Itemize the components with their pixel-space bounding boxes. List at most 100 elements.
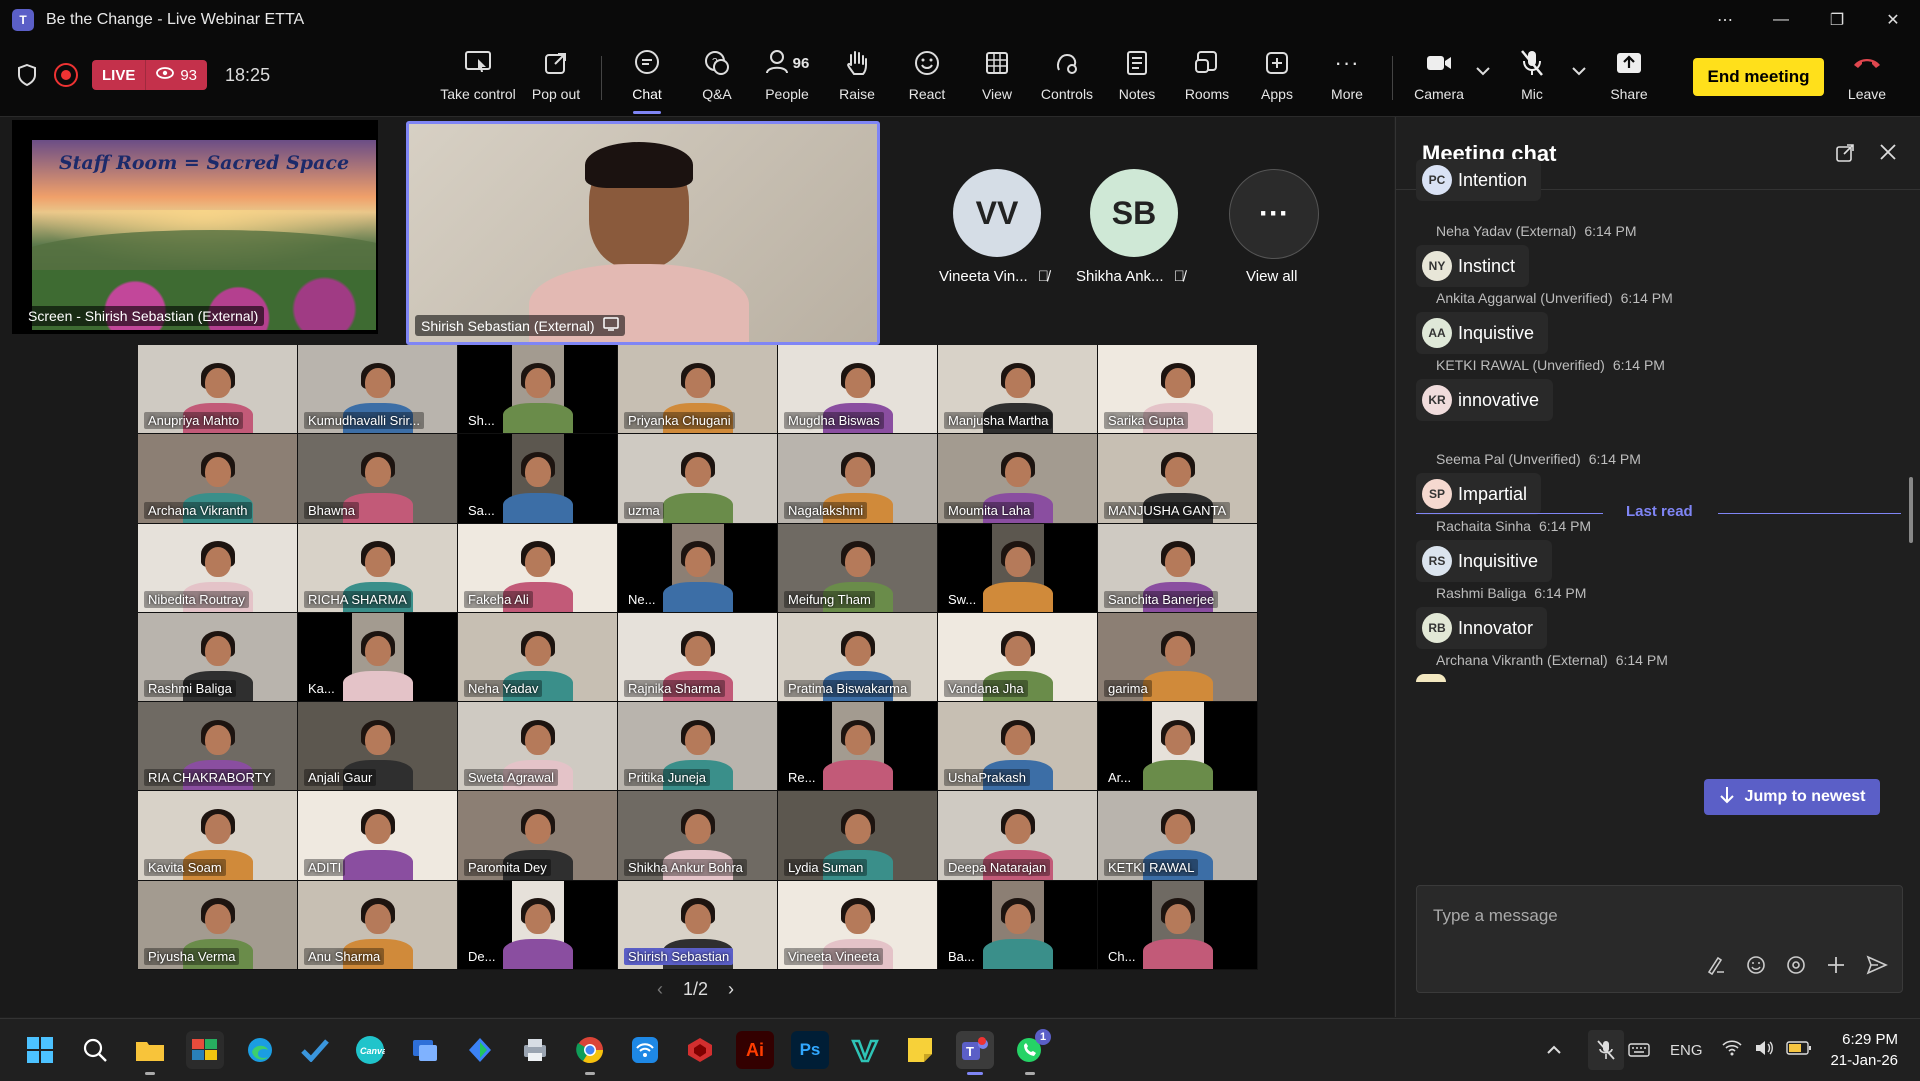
participant-tile[interactable]: Rashmi Baliga xyxy=(138,612,298,703)
apps-button[interactable]: Apps xyxy=(1243,46,1311,110)
qa-button[interactable]: ? Q&A xyxy=(683,46,751,110)
format-icon[interactable] xyxy=(1706,955,1726,980)
participant-tile[interactable]: Ba... xyxy=(938,880,1098,971)
participant-tile[interactable]: RICHA SHARMA xyxy=(298,523,458,613)
mic-muted-tray-icon[interactable] xyxy=(1588,1030,1624,1070)
camera-options-chevron[interactable] xyxy=(1468,46,1498,110)
close-window-button[interactable]: ✕ xyxy=(1866,0,1920,40)
participant-tile[interactable]: RIA CHAKRABORTY xyxy=(138,702,298,792)
wifi-app-icon[interactable] xyxy=(626,1031,664,1069)
message-bubble[interactable]: RB Innovator xyxy=(1416,607,1548,649)
people-button[interactable]: 96 People xyxy=(753,46,821,110)
participant-tile[interactable]: Nagalakshmi xyxy=(778,434,938,524)
photoshop-icon[interactable]: Ps xyxy=(791,1031,829,1069)
message-input[interactable]: Type a message xyxy=(1433,906,1558,926)
mic-button[interactable]: Mic xyxy=(1498,46,1566,110)
participant-tile[interactable]: Bhawna xyxy=(298,434,458,524)
message-bubble[interactable]: KR innovative xyxy=(1416,379,1554,421)
sticky-notes-icon[interactable] xyxy=(901,1031,939,1069)
participant-tile[interactable]: Sanchita Banerjee xyxy=(1098,523,1258,613)
participant-tile[interactable]: Deepa Natarajan xyxy=(938,791,1098,881)
chevron-right-icon[interactable]: › xyxy=(728,979,734,1000)
participant-tile[interactable]: Neha Yadav xyxy=(458,612,618,703)
chevron-left-icon[interactable]: ‹ xyxy=(657,979,663,1000)
active-speaker-tile[interactable]: Shirish Sebastian (External) xyxy=(406,121,880,345)
jump-to-newest-button[interactable]: Jump to newest xyxy=(1704,779,1880,815)
participant-tile[interactable]: uzma xyxy=(618,434,778,524)
loop-icon[interactable] xyxy=(1786,955,1806,980)
controls-button[interactable]: Controls xyxy=(1033,46,1101,110)
participant-tile[interactable]: Sweta Agrawal xyxy=(458,702,618,792)
rooms-button[interactable]: Rooms xyxy=(1173,46,1241,110)
participant-tile[interactable]: UshaPrakash xyxy=(938,702,1098,792)
message-bubble[interactable]: AA Inquistive xyxy=(1416,312,1549,354)
chat-message[interactable]: PC Intention xyxy=(1416,159,1542,201)
todo-icon[interactable] xyxy=(296,1031,334,1069)
participant-tile[interactable]: Nibedita Routray xyxy=(138,523,298,613)
participant-tile[interactable]: Anjali Gaur xyxy=(298,702,458,792)
avatar[interactable]: SB xyxy=(1090,169,1178,257)
app-green-icon[interactable] xyxy=(461,1031,499,1069)
message-compose-box[interactable]: Type a message xyxy=(1416,885,1903,993)
view-all-label[interactable]: View all xyxy=(1246,268,1297,285)
more-options-icon[interactable]: ⋯ xyxy=(1698,0,1752,40)
participant-tile[interactable]: Ne... xyxy=(618,523,778,613)
camera-button[interactable]: Camera xyxy=(1405,46,1473,110)
close-icon[interactable] xyxy=(1879,143,1897,168)
printer-app-icon[interactable] xyxy=(516,1031,554,1069)
participant-tile[interactable]: Meifung Tham xyxy=(778,523,938,613)
visual-studio-icon[interactable] xyxy=(846,1031,884,1069)
participant-tile[interactable]: Sh... xyxy=(458,345,618,435)
participant-tile[interactable]: Shikha Ankur Bohra xyxy=(618,791,778,881)
edge-icon[interactable] xyxy=(241,1031,279,1069)
start-button[interactable] xyxy=(21,1031,59,1069)
screen-share-tile[interactable]: Staff Room = Sacred Space Screen - Shiri… xyxy=(12,120,378,334)
notes-button[interactable]: Notes xyxy=(1103,46,1171,110)
react-button[interactable]: React xyxy=(893,46,961,110)
participant-tile[interactable]: Pratima Biswakarma xyxy=(778,612,938,703)
participant-tile[interactable]: MANJUSHA GANTA xyxy=(1098,434,1258,524)
participant-tile[interactable]: Manjusha Martha xyxy=(938,345,1098,435)
chrome-icon[interactable] xyxy=(571,1031,609,1075)
minimize-button[interactable]: — xyxy=(1754,0,1808,40)
participant-tile[interactable]: Vineeta Vineeta xyxy=(778,880,938,971)
pop-out-button[interactable]: Pop out xyxy=(522,46,590,110)
illustrator-icon[interactable]: Ai xyxy=(736,1031,774,1069)
mic-options-chevron[interactable] xyxy=(1564,46,1594,110)
participant-tile[interactable]: Ka... xyxy=(298,612,458,703)
message-bubble[interactable]: PC Intention xyxy=(1416,159,1542,201)
share-button[interactable]: Share xyxy=(1595,46,1663,110)
participant-tile[interactable]: Lydia Suman xyxy=(778,791,938,881)
leave-button[interactable]: Leave xyxy=(1833,46,1901,110)
participant-tile[interactable]: Kumudhavalli Srir... xyxy=(298,345,458,435)
participant-tile[interactable]: Vandana Jha xyxy=(938,612,1098,703)
shield-icon[interactable] xyxy=(14,62,40,88)
participant-tile[interactable]: Sa... xyxy=(458,434,618,524)
participant-tile[interactable]: Shirish Sebastian xyxy=(618,880,778,971)
participant-tile[interactable]: Sw... xyxy=(938,523,1098,613)
raise-hand-button[interactable]: Raise xyxy=(823,46,891,110)
participant-tile[interactable]: Sarika Gupta xyxy=(1098,345,1258,435)
message-bubble[interactable]: NY Instinct xyxy=(1416,245,1530,287)
view-all-button[interactable]: ··· xyxy=(1229,169,1319,259)
search-icon[interactable] xyxy=(76,1031,114,1069)
add-icon[interactable] xyxy=(1826,955,1846,980)
message-bubble[interactable]: RS Inquisitive xyxy=(1416,540,1553,582)
chat-message[interactable]: Archana Vikranth (External) 6:14 PM xyxy=(1416,652,1668,682)
language-indicator[interactable]: ENG xyxy=(1670,1019,1703,1081)
participant-tile[interactable]: Moumita Laha xyxy=(938,434,1098,524)
end-meeting-button[interactable]: End meeting xyxy=(1693,58,1824,96)
participant-tile[interactable]: Rajnika Sharma xyxy=(618,612,778,703)
participant-tile[interactable]: Ar... xyxy=(1098,702,1258,792)
system-tray-icons[interactable] xyxy=(1722,1019,1812,1081)
emoji-icon[interactable] xyxy=(1746,955,1766,980)
participant-tile[interactable]: Anupriya Mahto xyxy=(138,345,298,435)
participant-tile[interactable]: Piyusha Verma xyxy=(138,880,298,971)
send-icon[interactable] xyxy=(1866,955,1888,980)
more-button[interactable]: ··· More xyxy=(1313,46,1381,110)
participant-tile[interactable]: garima xyxy=(1098,612,1258,703)
participant-tile[interactable]: Priyanka Chugani xyxy=(618,345,778,435)
participant-tile[interactable]: De... xyxy=(458,880,618,971)
chat-message[interactable]: Rashmi Baliga 6:14 PM RB Innovator xyxy=(1416,585,1586,649)
participant-tile[interactable]: Paromita Dey xyxy=(458,791,618,881)
